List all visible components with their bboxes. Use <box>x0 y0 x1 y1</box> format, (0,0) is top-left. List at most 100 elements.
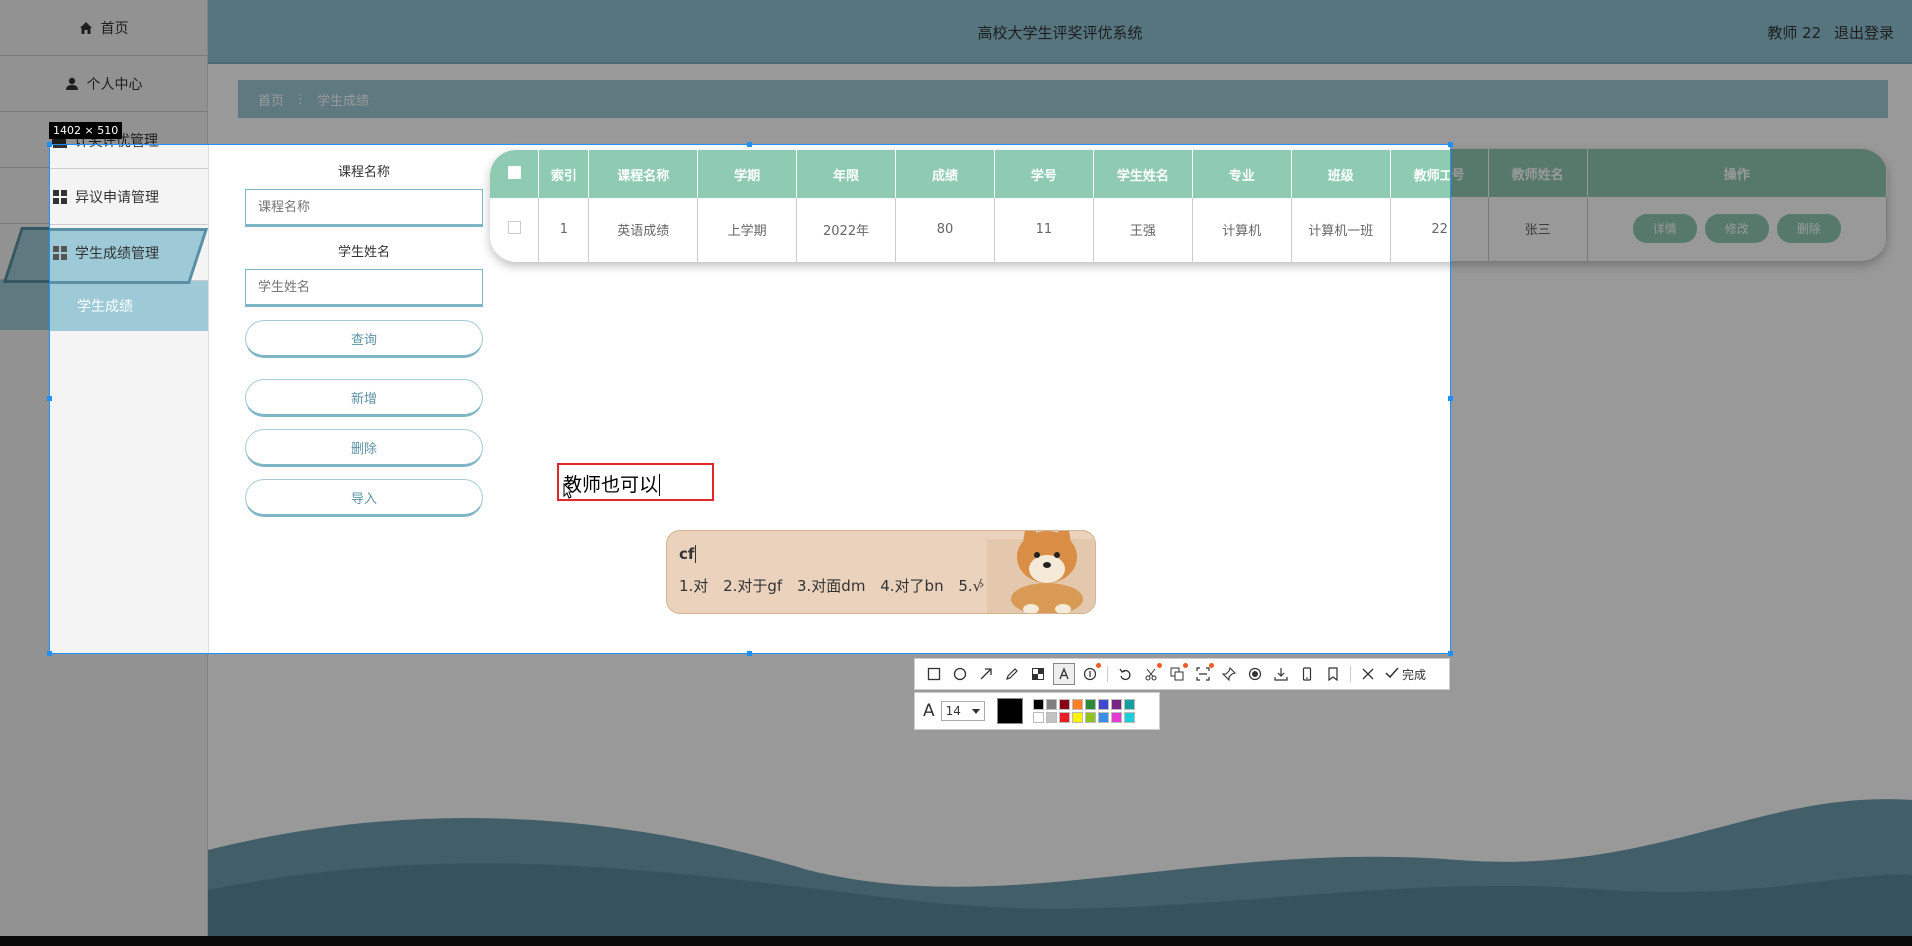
delete-button[interactable]: 删除 <box>245 429 483 467</box>
translate-icon[interactable] <box>1166 663 1188 685</box>
sidebar-item-objection[interactable]: 异议申请管理 <box>50 169 208 225</box>
table-cell: 上学期 <box>697 198 798 262</box>
sidebar-item-award[interactable]: 计奖评优管理 <box>50 145 208 169</box>
column-header: 学期 <box>697 150 798 198</box>
sidebar-item-profile[interactable]: 个人中心 <box>0 56 207 112</box>
ellipse-tool-icon[interactable] <box>949 663 971 685</box>
phone-icon[interactable] <box>1296 663 1318 685</box>
logout-link[interactable]: 退出登录 <box>1834 24 1894 42</box>
sidebar-subitem-student-score[interactable]: 学生成绩 <box>50 281 208 331</box>
row-checkbox[interactable] <box>490 198 540 262</box>
header-bar: 高校大学生评奖评优系统 教师 22 退出登录 <box>208 0 1912 64</box>
resize-handle-e[interactable] <box>1448 396 1453 401</box>
ime-next-page-icon[interactable]: › <box>979 577 985 593</box>
app-title: 高校大学生评奖评优系统 <box>977 24 1143 42</box>
table-cell: 张三 <box>1488 197 1588 261</box>
breadcrumb-home[interactable]: 首页 <box>258 90 284 109</box>
ime-candidate[interactable]: 2.对于gf <box>723 577 782 595</box>
color-swatch[interactable] <box>1071 712 1083 723</box>
color-swatch[interactable] <box>1084 712 1096 723</box>
font-size-select[interactable]: 14 <box>940 701 985 721</box>
ime-candidate-window[interactable]: cf 1.对 2.对于gf 3.对面dm 4.对了bn 5.√ › <box>666 530 1096 614</box>
annotation-text-box[interactable]: 教师也可以 <box>557 463 714 501</box>
scan-icon[interactable] <box>1192 663 1214 685</box>
resize-handle-nw[interactable] <box>47 142 52 147</box>
color-swatch[interactable] <box>1097 712 1109 723</box>
close-icon[interactable] <box>1357 663 1379 685</box>
bookmark-icon[interactable] <box>1322 663 1344 685</box>
badge-dot <box>1096 663 1101 668</box>
color-swatch[interactable] <box>1123 699 1135 710</box>
sidebar-item-label: 首页 <box>100 20 129 37</box>
color-swatch[interactable] <box>1045 699 1057 710</box>
resize-handle-ne[interactable] <box>1448 142 1453 147</box>
column-header: 学号 <box>994 150 1094 198</box>
number-tool-icon[interactable] <box>1079 663 1101 685</box>
color-swatch[interactable] <box>1032 712 1044 723</box>
breadcrumb-separator: ⋮ <box>294 91 308 107</box>
sidebar-item-label: 异议申请管理 <box>75 189 159 206</box>
table-row: 1英语成绩上学期2022年8011王强计算机计算机一班22张三详情修改删除 <box>490 198 1450 262</box>
pin-icon[interactable] <box>1218 663 1240 685</box>
badge-dot <box>1183 663 1188 668</box>
color-swatch[interactable] <box>1084 699 1096 710</box>
resize-handle-se[interactable] <box>1448 651 1453 656</box>
row-action-button[interactable]: 修改 <box>1704 214 1769 244</box>
font-icon: A <box>923 701 935 721</box>
rectangle-tool-icon[interactable] <box>923 663 945 685</box>
import-button[interactable]: 导入 <box>245 479 483 517</box>
row-action-button[interactable]: 删除 <box>1776 214 1841 244</box>
table-cell: 11 <box>994 198 1094 262</box>
user-name: 教师 22 <box>1767 24 1822 42</box>
record-icon[interactable] <box>1244 663 1266 685</box>
user-area: 教师 22 退出登录 <box>1759 22 1894 43</box>
arrow-tool-icon[interactable] <box>975 663 997 685</box>
score-table-bright: 索引课程名称学期年限成绩学号学生姓名专业班级教师工号教师姓名操作 1英语成绩上学… <box>490 150 1450 262</box>
grid-icon <box>53 245 67 260</box>
resize-handle-n[interactable] <box>747 142 752 147</box>
resize-handle-s[interactable] <box>747 651 752 656</box>
font-size-value: 14 <box>945 704 961 718</box>
row-action-button[interactable]: 详情 <box>1632 214 1697 244</box>
color-swatch[interactable] <box>1110 699 1122 710</box>
wave-decoration <box>208 799 1912 936</box>
color-swatch[interactable] <box>1071 699 1083 710</box>
resize-handle-w[interactable] <box>47 396 52 401</box>
done-button[interactable]: 完成 <box>1385 666 1426 683</box>
color-swatch[interactable] <box>1123 712 1135 723</box>
badge-dot <box>1157 663 1162 668</box>
color-swatch[interactable] <box>1045 712 1057 723</box>
column-header: 索引 <box>538 150 590 198</box>
done-label: 完成 <box>1402 667 1427 682</box>
text-options-bar: A 14 <box>914 692 1160 730</box>
taskbar-strip <box>0 936 1912 946</box>
color-swatch[interactable] <box>1032 699 1044 710</box>
color-swatch[interactable] <box>1110 712 1122 723</box>
mosaic-tool-icon[interactable] <box>1027 663 1049 685</box>
current-color-swatch[interactable] <box>996 698 1023 724</box>
ime-candidate[interactable]: 1.对 <box>679 577 708 595</box>
resize-handle-sw[interactable] <box>47 651 52 656</box>
sidebar-item-score[interactable]: 学生成绩管理 <box>50 225 208 281</box>
text-tool-icon[interactable] <box>1053 663 1075 685</box>
sidebar-item-home[interactable]: 首页 <box>0 0 207 56</box>
query-button[interactable]: 查询 <box>245 320 483 358</box>
course-name-input[interactable] <box>245 189 483 227</box>
color-palette <box>1032 699 1135 723</box>
select-all-checkbox[interactable] <box>490 150 540 198</box>
color-swatch[interactable] <box>1058 699 1070 710</box>
toolbar-divider <box>1107 666 1108 682</box>
color-swatch[interactable] <box>1097 699 1109 710</box>
student-name-input[interactable] <box>245 269 483 307</box>
undo-icon[interactable] <box>1114 663 1136 685</box>
course-name-label: 课程名称 <box>337 165 390 180</box>
ime-candidate[interactable]: 3.对面dm <box>797 577 865 595</box>
scissors-icon[interactable] <box>1140 663 1162 685</box>
pencil-tool-icon[interactable] <box>1001 663 1023 685</box>
table-cell: 计算机 <box>1192 198 1292 262</box>
color-swatch[interactable] <box>1058 712 1070 723</box>
add-button[interactable]: 新增 <box>245 379 483 417</box>
download-icon[interactable] <box>1270 663 1292 685</box>
ime-candidate[interactable]: 4.对了bn <box>880 577 943 595</box>
ime-composition: cf <box>679 545 697 563</box>
